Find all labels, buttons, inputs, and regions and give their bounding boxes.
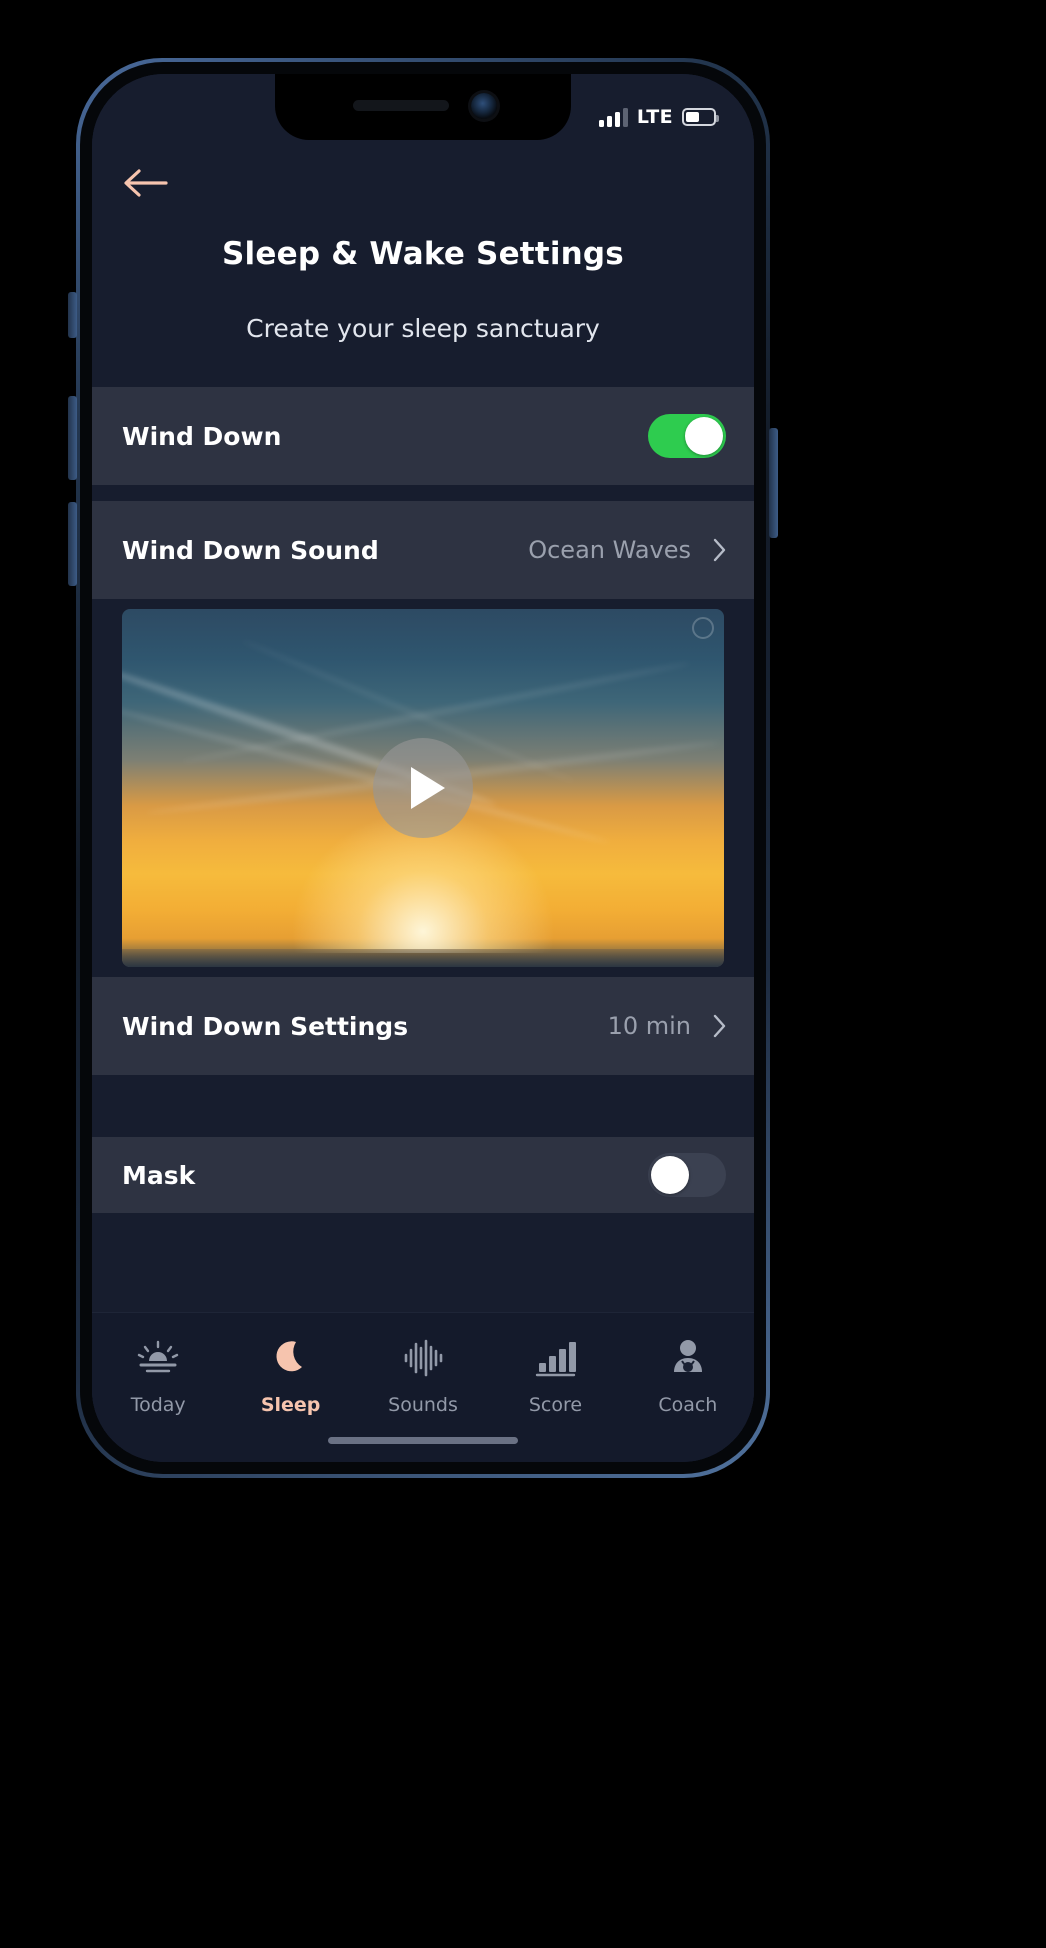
section-divider: [92, 1075, 754, 1137]
wind-down-sound-value: Ocean Waves: [528, 536, 691, 564]
wind-down-toggle[interactable]: [648, 414, 726, 458]
sound-preview-wrap: [92, 599, 754, 967]
row-wind-down-sound[interactable]: Wind Down Sound Ocean Waves: [92, 501, 754, 599]
tab-label: Coach: [658, 1394, 718, 1416]
wind-down-sound-right: Ocean Waves: [528, 536, 726, 564]
bar-chart-icon: [534, 1335, 577, 1381]
power-button[interactable]: [769, 428, 778, 538]
chevron-right-icon[interactable]: [713, 538, 726, 562]
sound-preview-image: [122, 609, 724, 967]
mask-label: Mask: [122, 1160, 196, 1190]
person-coach-icon: [668, 1335, 708, 1381]
back-bar: [92, 152, 754, 214]
tab-sleep[interactable]: Sleep: [224, 1335, 356, 1416]
tab-label: Sounds: [388, 1394, 458, 1416]
network-type-label: LTE: [636, 106, 673, 128]
signal-strength-icon: [598, 107, 628, 127]
waveform-icon: [401, 1335, 445, 1381]
screenshot-stage: LTE Sleep & Wake Settings Create your sl…: [0, 0, 1046, 1948]
tab-coach[interactable]: Coach: [622, 1335, 754, 1416]
moon-icon: [271, 1335, 311, 1381]
row-wind-down-settings[interactable]: Wind Down Settings 10 min: [92, 977, 754, 1075]
phone-screen: LTE Sleep & Wake Settings Create your sl…: [92, 74, 754, 1462]
page-title: Sleep & Wake Settings: [222, 236, 624, 272]
device-notch: [275, 74, 571, 140]
wind-down-settings-right: 10 min: [608, 1012, 726, 1040]
home-indicator[interactable]: [328, 1437, 518, 1444]
chevron-right-icon[interactable]: [713, 1014, 726, 1038]
earpiece-speaker-icon: [353, 100, 449, 111]
wind-down-sound-label: Wind Down Sound: [122, 535, 379, 565]
app-root: LTE Sleep & Wake Settings Create your sl…: [92, 74, 754, 1462]
mask-toggle[interactable]: [648, 1153, 726, 1197]
sunrise-icon: [136, 1335, 180, 1381]
volume-up-button[interactable]: [68, 396, 77, 480]
play-triangle: [410, 767, 445, 809]
preview-corner-badge: [692, 617, 714, 639]
tab-label: Sleep: [260, 1394, 321, 1416]
row-mask[interactable]: Mask: [92, 1137, 754, 1213]
row-divider: [92, 485, 754, 501]
wind-down-label: Wind Down: [122, 421, 282, 451]
page-subtitle: Create your sleep sanctuary: [246, 314, 600, 343]
volume-down-button[interactable]: [68, 502, 77, 586]
horizon-line: [122, 949, 724, 967]
wind-down-settings-label: Wind Down Settings: [122, 1011, 409, 1041]
mute-switch-button[interactable]: [68, 292, 77, 338]
tab-today[interactable]: Today: [92, 1335, 224, 1416]
wind-down-settings-value: 10 min: [607, 1012, 691, 1040]
front-camera-icon: [471, 93, 497, 119]
arrow-left-icon[interactable]: [122, 166, 168, 200]
row-wind-down[interactable]: Wind Down: [92, 387, 754, 485]
tab-label: Today: [130, 1394, 186, 1416]
play-icon[interactable]: [373, 738, 473, 838]
tab-score[interactable]: Score: [489, 1335, 621, 1416]
tab-label: Score: [528, 1394, 583, 1416]
tab-sounds[interactable]: Sounds: [357, 1335, 489, 1416]
toggle-knob: [651, 1156, 689, 1194]
battery-icon: [682, 108, 719, 126]
toggle-knob: [685, 417, 723, 455]
